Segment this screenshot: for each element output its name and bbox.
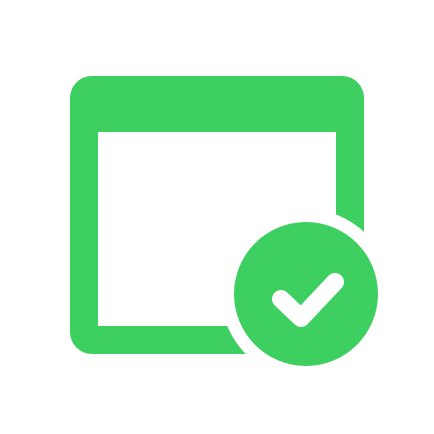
window-check-icon xyxy=(70,76,378,366)
check-circle-icon xyxy=(234,222,378,366)
icon-canvas xyxy=(0,0,434,434)
